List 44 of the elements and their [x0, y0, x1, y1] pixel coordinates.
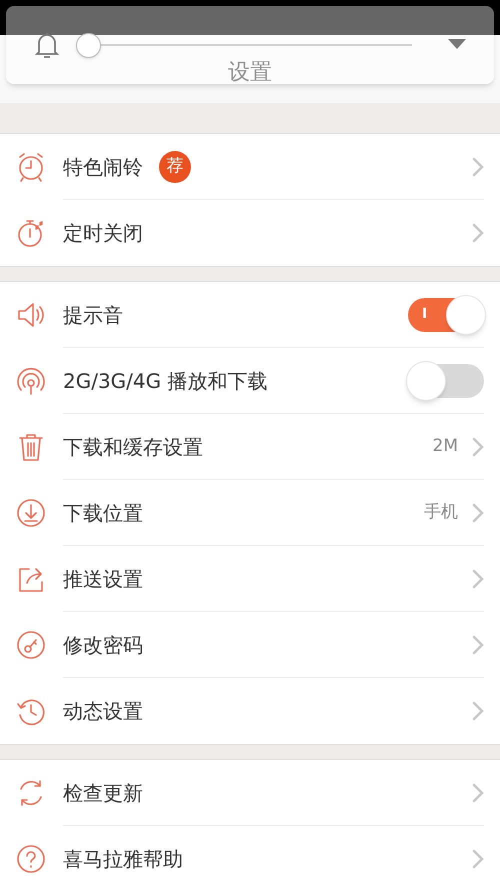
row-label: 提示音	[63, 302, 123, 328]
settings-row[interactable]: 定时关闭	[0, 200, 500, 266]
chevron-icon	[472, 849, 484, 869]
page-title: 设置	[228, 58, 272, 86]
settings-row[interactable]: 下载和缓存设置 2M	[0, 414, 500, 480]
row-label: 下载和缓存设置	[63, 434, 203, 460]
row-label: 2G/3G/4G 播放和下载	[63, 368, 268, 394]
row-label: 修改密码	[63, 632, 143, 658]
row-label: 动态设置	[63, 698, 143, 725]
row-label: 定时关闭	[63, 220, 143, 247]
switch-text: I	[422, 305, 428, 324]
chevron-icon	[472, 223, 484, 243]
chevron-icon	[472, 634, 484, 654]
row-value: 手机	[424, 500, 458, 524]
settings-row[interactable]: 推送设置	[0, 546, 500, 612]
chevron-icon	[472, 502, 484, 522]
chevron-icon	[472, 156, 484, 176]
chevron-icon	[472, 568, 484, 588]
recommend-badge: 荐	[159, 150, 191, 182]
key-icon	[15, 629, 47, 661]
settings-row[interactable]: 动态设置	[0, 678, 500, 744]
row-label: 下载位置	[63, 500, 143, 526]
settings-row[interactable]: 喜马拉雅帮助	[0, 826, 500, 889]
chevron-icon	[472, 436, 484, 456]
bell-icon	[34, 30, 60, 60]
settings-row[interactable]: 特色闹铃 荐	[0, 134, 500, 200]
row-label: 推送设置	[63, 566, 143, 592]
chevron-icon	[472, 782, 484, 802]
settings-row[interactable]: 提示音 I	[0, 282, 500, 348]
volume-slider[interactable]	[76, 32, 412, 58]
settings-row[interactable]: 2G/3G/4G 播放和下载	[0, 348, 500, 414]
settings-row[interactable]: 检查更新	[0, 760, 500, 826]
chevron-icon	[472, 701, 484, 721]
toggle-switch[interactable]	[408, 364, 484, 398]
row-label: 检查更新	[63, 780, 143, 806]
settings-row[interactable]: 修改密码	[0, 612, 500, 678]
row-label: 喜马拉雅帮助	[63, 846, 183, 873]
signal-icon	[15, 365, 47, 397]
help-icon	[15, 843, 47, 875]
dropdown-triangle-icon[interactable]	[448, 39, 466, 51]
settings-row[interactable]: 下载位置 手机	[0, 480, 500, 546]
row-value: 2M	[432, 434, 458, 458]
row-label: 特色闹铃	[63, 154, 143, 180]
download-icon	[15, 497, 47, 529]
